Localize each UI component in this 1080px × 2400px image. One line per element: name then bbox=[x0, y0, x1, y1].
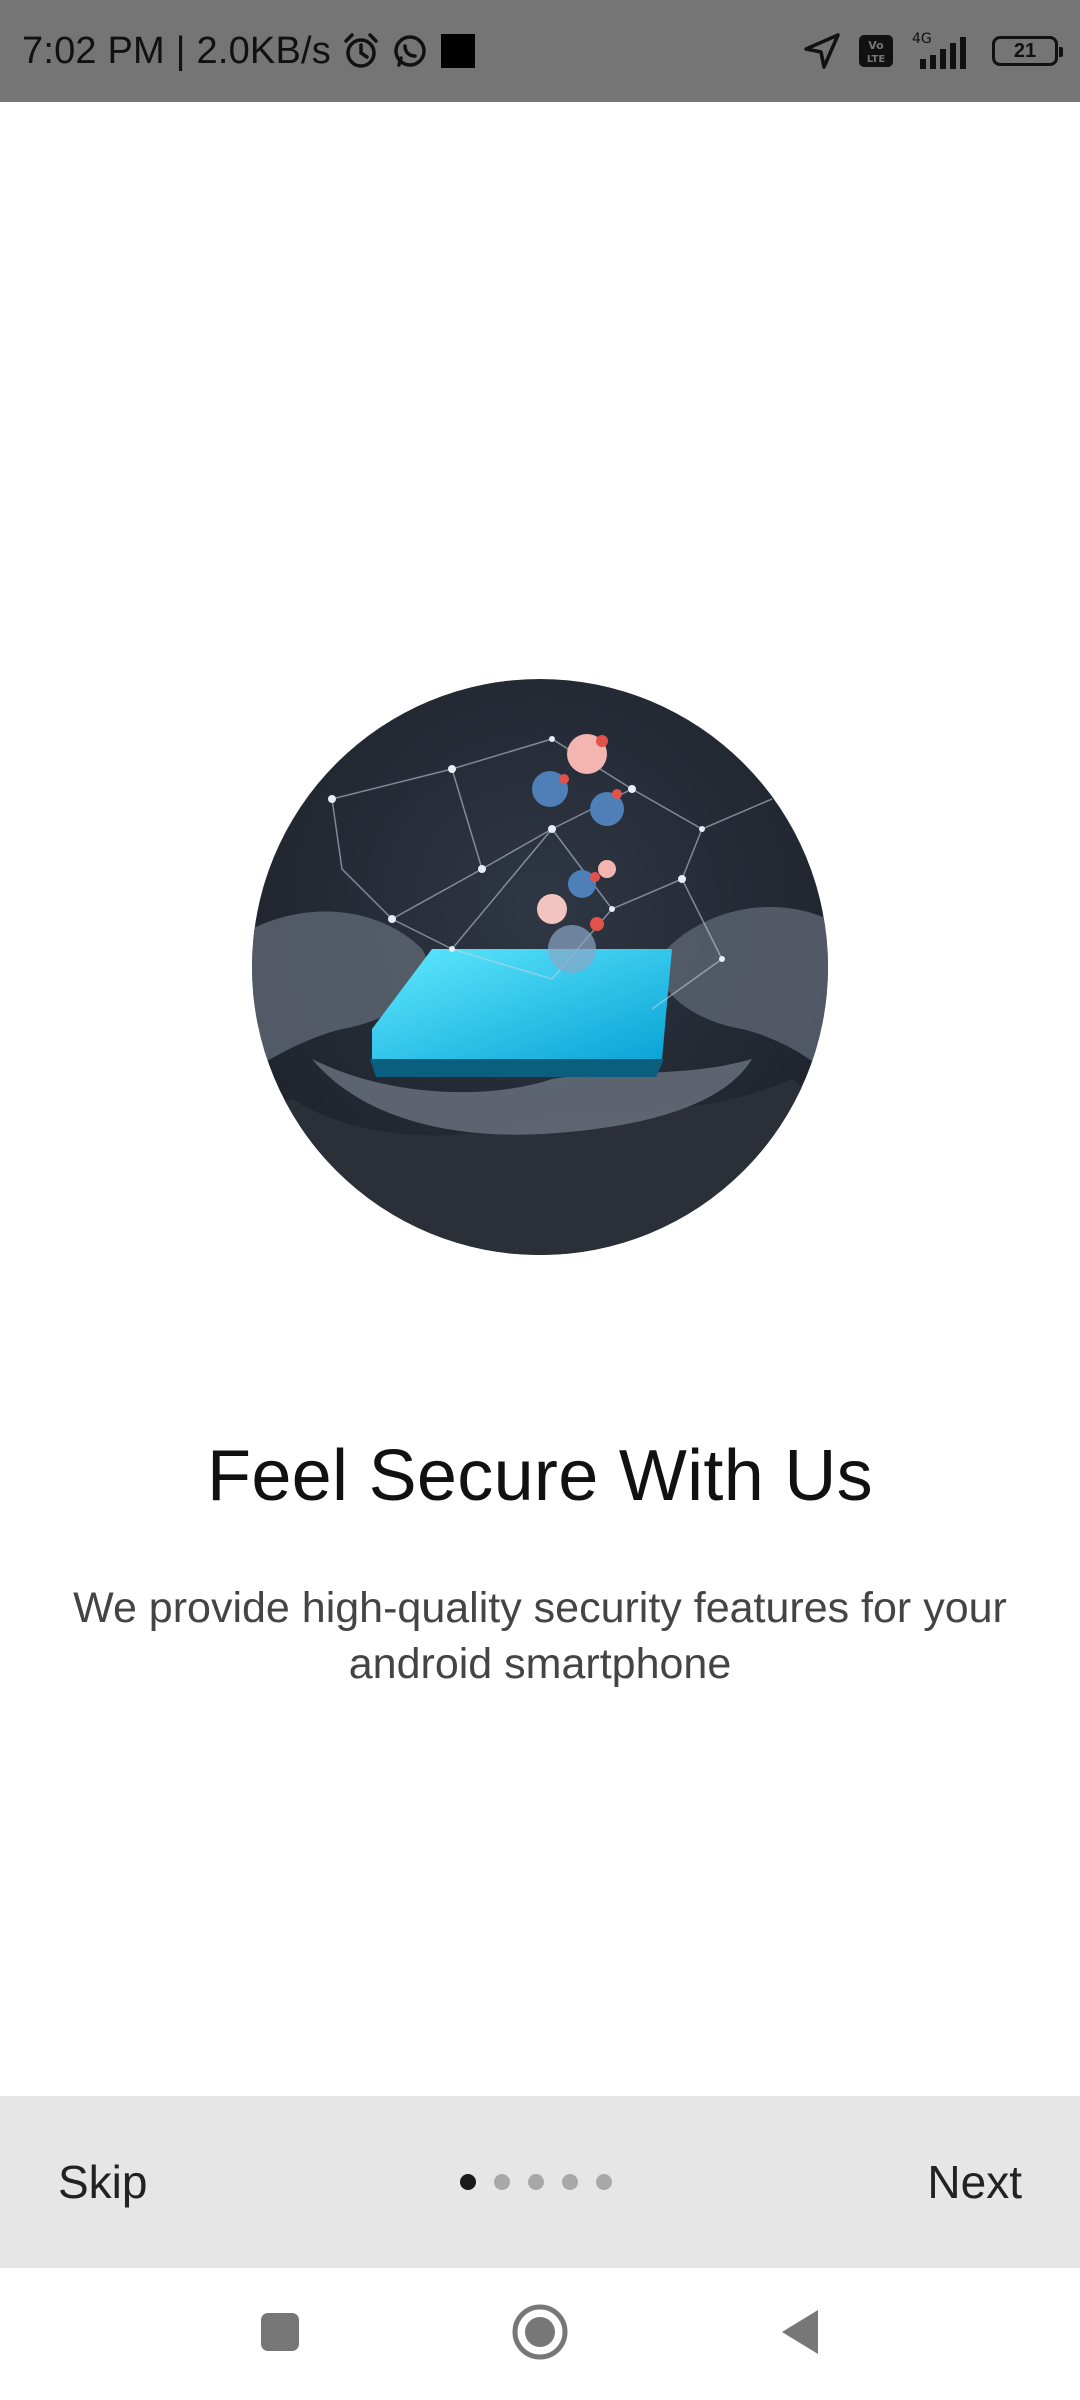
volte-icon: Vo LTE bbox=[856, 31, 896, 71]
page-dot-5[interactable] bbox=[596, 2174, 612, 2190]
status-bar: 7:02 PM | 2.0KB/s Vo LTE 4G 21 bbox=[0, 0, 1080, 102]
signal-icon: 4G bbox=[910, 29, 978, 73]
status-right: Vo LTE 4G 21 bbox=[802, 29, 1063, 73]
whatsapp-icon bbox=[391, 32, 429, 70]
svg-text:Vo: Vo bbox=[868, 39, 884, 52]
network-type-label: 4G bbox=[912, 31, 932, 47]
svg-text:LTE: LTE bbox=[867, 54, 886, 65]
onboarding-title: Feel Secure With Us bbox=[207, 1436, 873, 1516]
page-indicator bbox=[460, 2096, 612, 2268]
back-button[interactable] bbox=[760, 2268, 840, 2400]
page-dot-1[interactable] bbox=[460, 2174, 476, 2190]
onboarding-subtitle: We provide high-quality security feature… bbox=[73, 1584, 1007, 1688]
page-dot-2[interactable] bbox=[494, 2174, 510, 2190]
next-button[interactable]: Next bbox=[927, 2096, 1022, 2268]
navigation-bar bbox=[0, 2268, 1080, 2400]
status-time-speed: 7:02 PM | 2.0KB/s bbox=[22, 29, 331, 72]
page-dot-3[interactable] bbox=[528, 2174, 544, 2190]
battery-level: 21 bbox=[1013, 39, 1037, 62]
page-dot-4[interactable] bbox=[562, 2174, 578, 2190]
alarm-icon bbox=[341, 31, 381, 71]
back-icon bbox=[778, 2308, 822, 2361]
onboarding-screen: 7:02 PM | 2.0KB/s Vo LTE 4G 21 Feel Secu… bbox=[0, 0, 1080, 2400]
home-button[interactable] bbox=[500, 2268, 580, 2400]
battery-icon: 21 bbox=[992, 36, 1063, 66]
recents-button[interactable] bbox=[240, 2268, 320, 2400]
onboarding-controls: Skip Next bbox=[0, 2096, 1080, 2268]
notification-square-icon bbox=[439, 32, 477, 70]
location-arrow-icon bbox=[802, 31, 842, 71]
recents-icon bbox=[259, 2311, 301, 2358]
skip-button[interactable]: Skip bbox=[58, 2096, 147, 2268]
hero-image bbox=[252, 679, 828, 1255]
status-left: 7:02 PM | 2.0KB/s bbox=[22, 30, 477, 73]
home-icon bbox=[511, 2303, 569, 2366]
